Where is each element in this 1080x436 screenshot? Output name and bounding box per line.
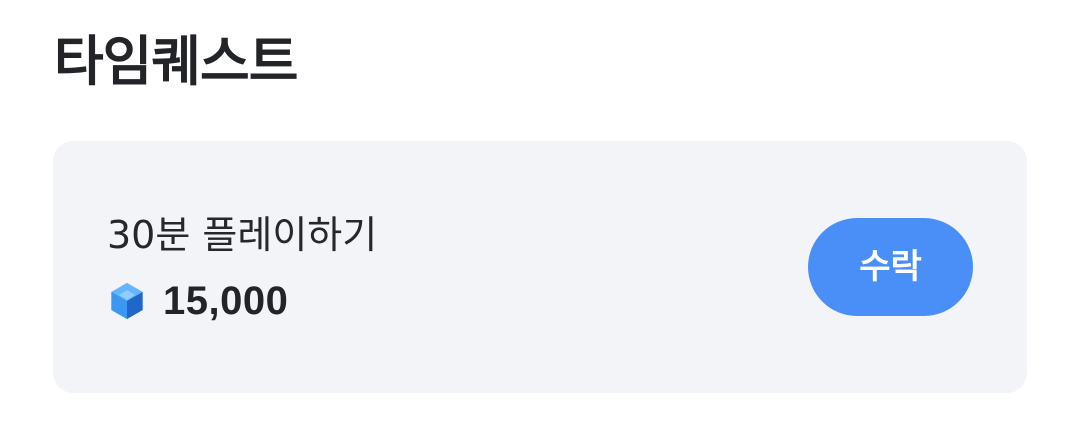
section-title: 타임퀘스트 <box>54 30 298 93</box>
reward-row: 15,000 <box>107 277 288 325</box>
gem-icon <box>107 281 147 321</box>
accept-button[interactable]: 수락 <box>808 218 973 316</box>
quest-card: 30분 플레이하기 15,000 수락 <box>53 141 1027 393</box>
reward-amount: 15,000 <box>163 279 289 323</box>
quest-title: 30분 플레이하기 <box>107 213 378 257</box>
